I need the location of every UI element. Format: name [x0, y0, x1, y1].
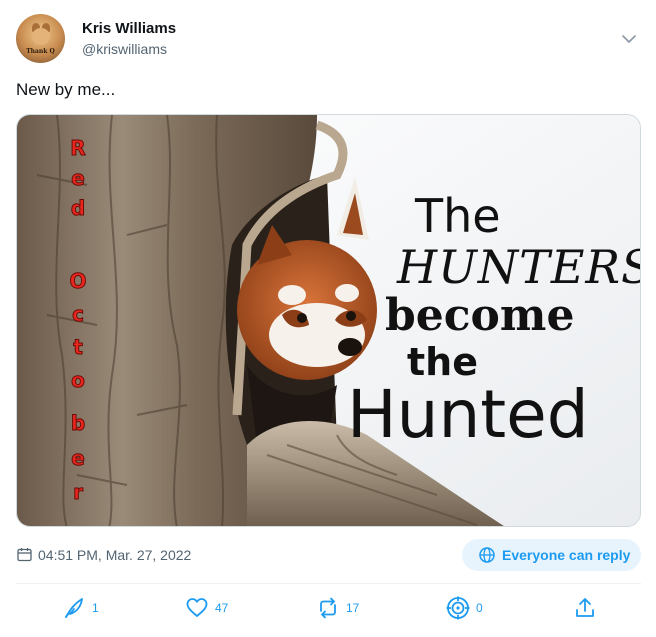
- globe-icon: [479, 547, 495, 563]
- heart-icon: [186, 598, 208, 617]
- avatar-face: [32, 28, 50, 45]
- tweet-card: Thank Q Kris Williams @kriswilliams New …: [0, 0, 656, 637]
- avatar[interactable]: Thank Q: [16, 14, 65, 63]
- retweet-count: 17: [346, 601, 360, 615]
- target-icon: [446, 596, 470, 620]
- retweet-icon: [320, 597, 336, 619]
- like-button[interactable]: 47: [185, 594, 245, 622]
- retweet-button[interactable]: 17: [316, 594, 376, 622]
- like-count: 47: [215, 601, 229, 615]
- quill-button[interactable]: 1: [62, 594, 112, 622]
- vertical-title-char: c: [72, 302, 84, 326]
- poster-line-the: The: [414, 189, 501, 243]
- chevron-down-icon: [622, 35, 636, 43]
- vertical-title-char: R: [70, 136, 85, 160]
- tweet-image[interactable]: R e d O c t o b e r The HUNTERS become t…: [16, 114, 641, 527]
- poster-image: R e d O c t o b e r The HUNTERS become t…: [17, 115, 641, 526]
- vertical-title-char: r: [73, 480, 83, 504]
- vertical-title-char: d: [71, 196, 85, 220]
- more-options-button[interactable]: [620, 30, 638, 48]
- timestamp[interactable]: 04:51 PM, Mar. 27, 2022: [38, 547, 191, 563]
- reply-setting-button[interactable]: Everyone can reply: [462, 539, 641, 571]
- vertical-title-char: O: [69, 269, 86, 293]
- vertical-title-char: b: [71, 411, 85, 435]
- quill-count: 1: [92, 601, 99, 615]
- vertical-title-char: e: [71, 446, 85, 470]
- share-icon: [576, 598, 594, 617]
- vertical-title-char: t: [73, 335, 83, 359]
- vertical-title-char: o: [71, 368, 85, 392]
- divider: [16, 583, 641, 584]
- calendar-icon: [17, 548, 32, 562]
- poster-line-hunted: Hunted: [347, 376, 589, 453]
- poster-line-hunters: HUNTERS: [396, 240, 641, 294]
- quill-icon: [65, 598, 83, 618]
- share-button[interactable]: [573, 594, 597, 622]
- avatar-caption: Thank Q: [26, 48, 55, 55]
- target-button[interactable]: 0: [446, 594, 496, 622]
- display-name[interactable]: Kris Williams: [82, 20, 176, 37]
- target-count: 0: [476, 601, 483, 615]
- tweet-text: New by me...: [16, 80, 116, 99]
- poster-line-become: become: [385, 290, 574, 341]
- vertical-title-char: e: [71, 166, 85, 190]
- reply-setting-label: Everyone can reply: [502, 547, 631, 563]
- user-handle[interactable]: @kriswilliams: [82, 41, 167, 57]
